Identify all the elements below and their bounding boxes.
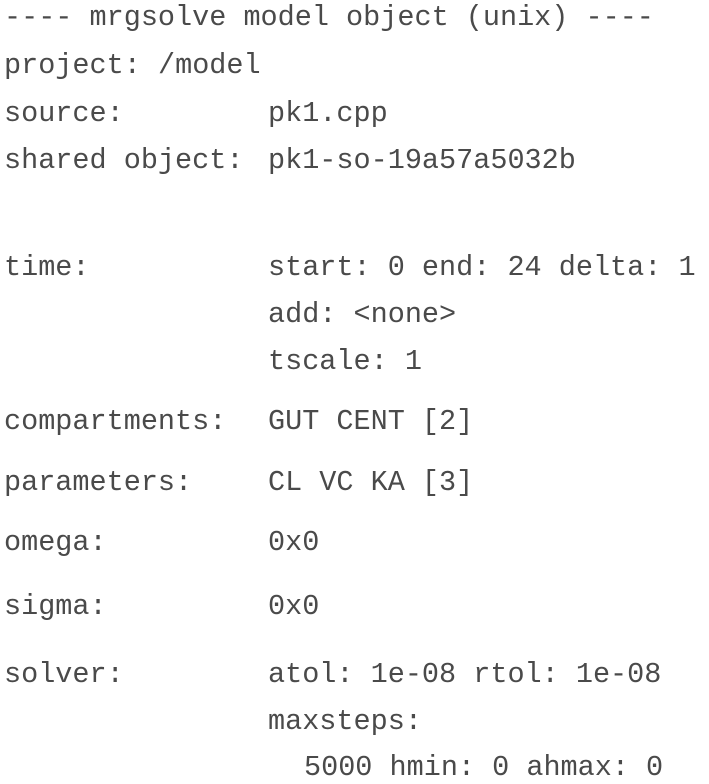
time-label: time: (4, 251, 90, 284)
parameters-value: CL VC KA [3] (268, 466, 474, 499)
omega-label: omega: (4, 526, 107, 559)
sigma-value: 0x0 (268, 590, 320, 623)
time-add: add: <none> (268, 298, 457, 331)
compartments-label: compartments: (4, 405, 227, 438)
parameters-label: parameters: (4, 466, 193, 499)
solver-maxsteps-label: maxsteps: (268, 705, 422, 738)
time-tscale: tscale: 1 (268, 345, 422, 378)
solver-tolerances: atol: 1e-08 rtol: 1e-08 (268, 658, 662, 691)
solver-label: solver: (4, 658, 124, 691)
shared-object-label: shared object: (4, 144, 244, 177)
source-label: source: (4, 97, 124, 130)
shared-object-value: pk1-so-19a57a5032b (268, 144, 576, 177)
solver-steps-values: 5000 hmin: 0 ahmax: 0 (304, 751, 664, 784)
project-label: project: (4, 49, 141, 82)
compartments-value: GUT CENT [2] (268, 405, 474, 438)
source-value: pk1.cpp (268, 97, 388, 130)
time-range: start: 0 end: 24 delta: 1 (268, 251, 696, 284)
sigma-label: sigma: (4, 590, 107, 623)
project-value: /model (158, 49, 261, 82)
omega-value: 0x0 (268, 526, 320, 559)
output-header: ---- mrgsolve model object (unix) ---- (4, 1, 654, 34)
